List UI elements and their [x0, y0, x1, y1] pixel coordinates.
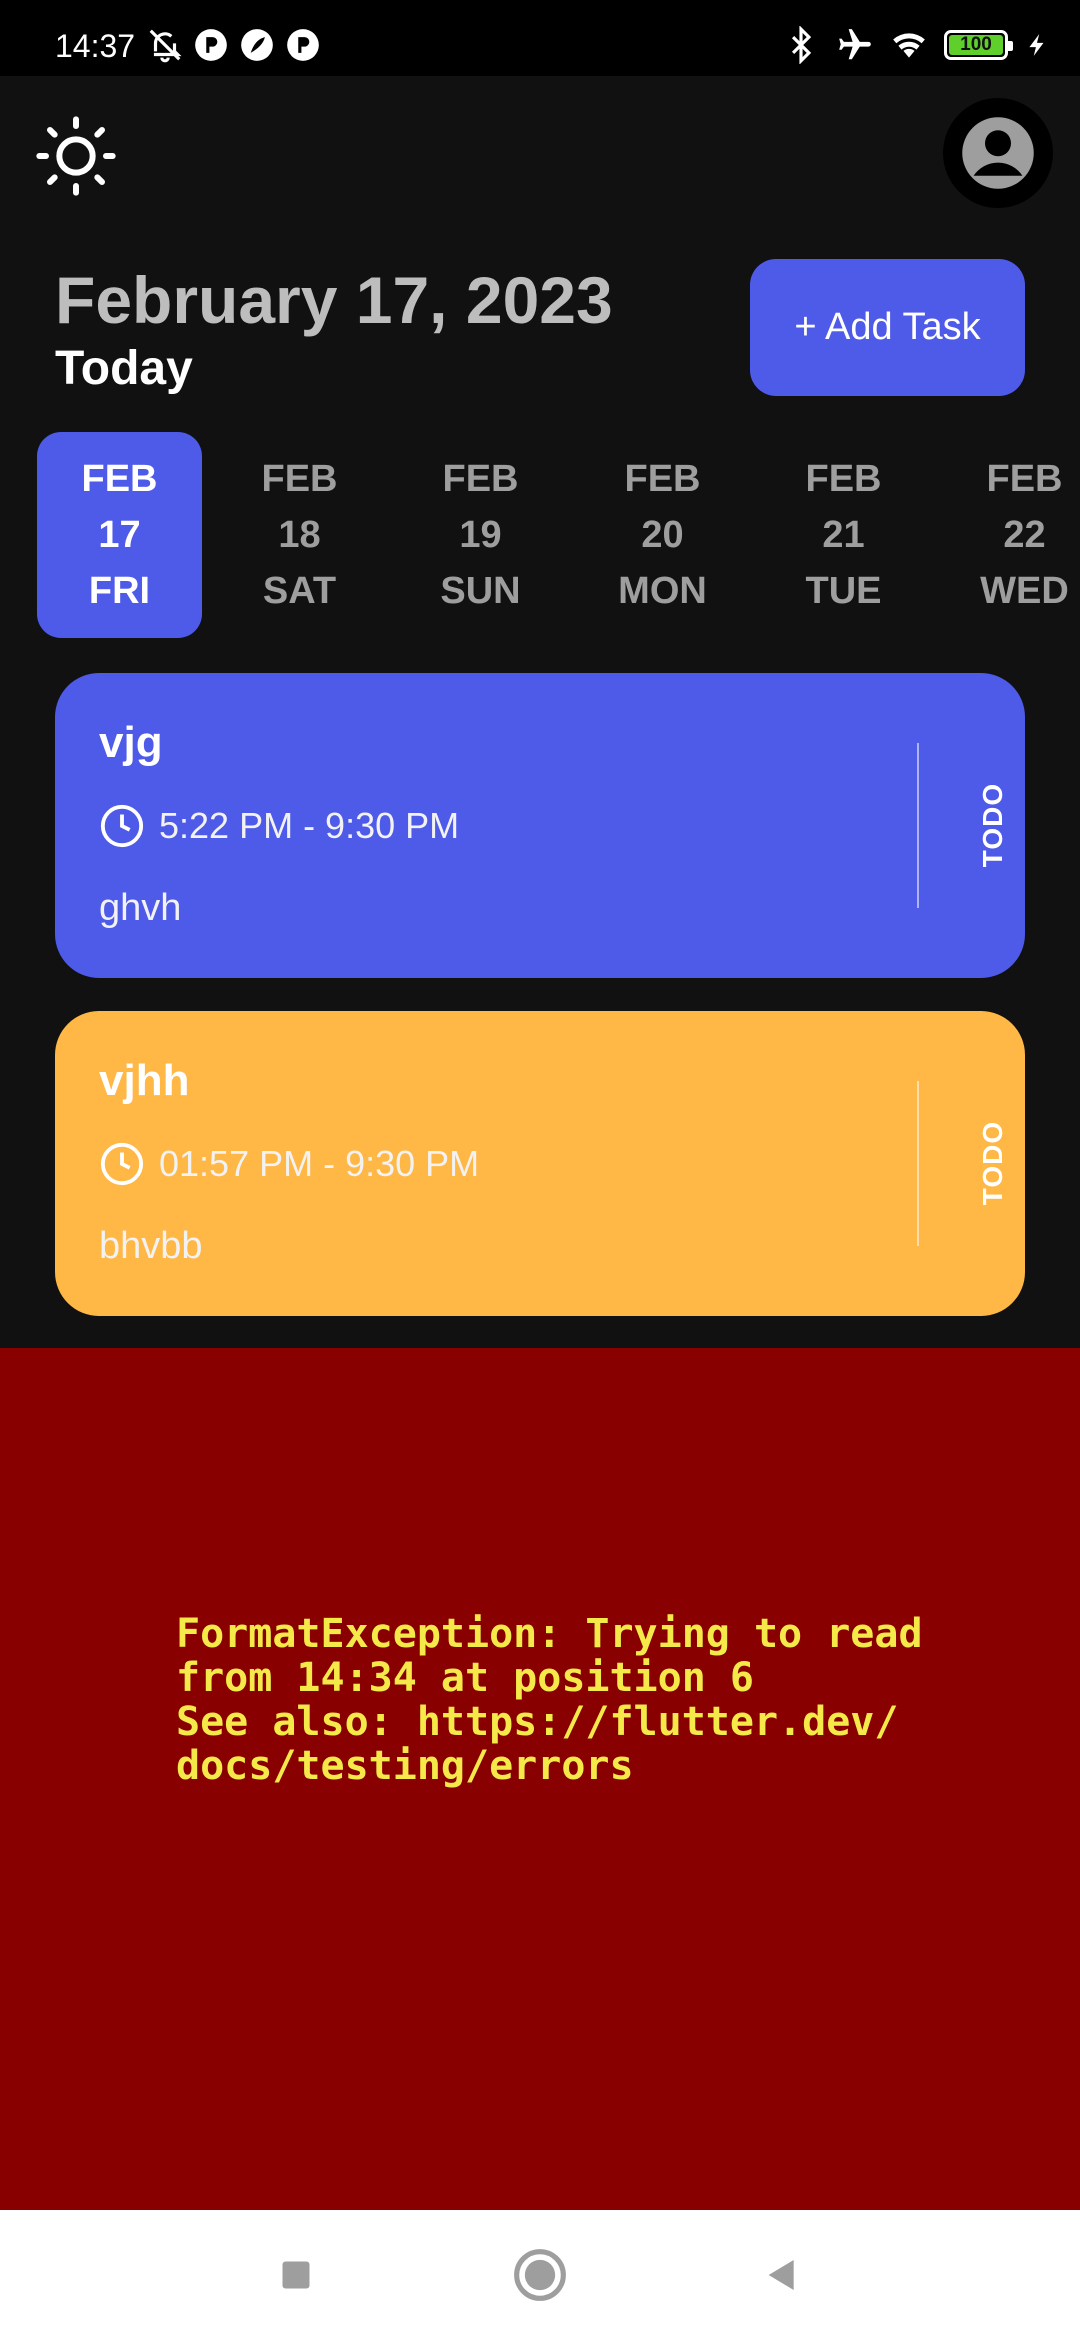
task-status: TODO [977, 782, 1008, 868]
status-left-icons [146, 26, 322, 64]
airplane-icon [839, 29, 871, 60]
task-status: TODO [977, 1120, 1008, 1206]
recent-apps-icon [282, 2261, 310, 2289]
date-day: 21 [822, 514, 865, 556]
task-title: vjg [99, 718, 163, 767]
date-item-feb-22[interactable]: FEB 22 WED [942, 432, 1080, 638]
app-notification-icon [287, 29, 319, 61]
today-label: Today [55, 342, 193, 395]
date-month: FEB [624, 458, 701, 500]
app-notification-icon [195, 29, 227, 61]
date-strip[interactable]: FEB 17 FRI FEB 18 SAT FEB 19 SUN FEB 20 … [0, 432, 1080, 638]
charging-icon [1029, 34, 1044, 56]
task-divider [917, 743, 919, 908]
date-weekday: TUE [805, 570, 882, 612]
date-day: 19 [459, 514, 502, 556]
task-title: vjhh [99, 1056, 190, 1105]
date-weekday: MON [618, 570, 707, 612]
date-month: FEB [805, 458, 882, 500]
wifi-icon [893, 33, 925, 58]
date-month: FEB [261, 458, 338, 500]
status-bar: 14:37 100 [0, 0, 1080, 76]
back-icon [768, 2260, 794, 2290]
task-time-row: 01:57 PM - 9:30 PM [99, 1141, 479, 1187]
home-button[interactable] [505, 2240, 575, 2310]
task-note: ghvh [99, 887, 182, 929]
status-time: 14:37 [55, 28, 136, 64]
battery-level: 100 [960, 34, 992, 55]
sun-icon [36, 116, 116, 196]
date-day: 17 [98, 514, 141, 556]
battery-cap [1008, 41, 1013, 51]
date-weekday: SAT [262, 570, 337, 612]
date-month: FEB [442, 458, 519, 500]
error-line: docs/testing/errors [176, 1743, 634, 1789]
date-day: 20 [641, 514, 684, 556]
date-weekday: FRI [88, 570, 151, 612]
date-weekday: SUN [440, 570, 521, 612]
avatar-button[interactable] [943, 98, 1053, 208]
user-icon [962, 117, 1034, 189]
mute-bell-icon [149, 29, 182, 63]
task-time: 5:22 PM - 9:30 PM [159, 805, 460, 846]
date-month: FEB [81, 458, 158, 500]
clock-icon [100, 804, 144, 848]
recent-apps-button[interactable] [261, 2240, 331, 2310]
task-time: 01:57 PM - 9:30 PM [159, 1143, 480, 1184]
task-divider [917, 1081, 919, 1246]
date-item-feb-18[interactable]: FEB 18 SAT [217, 432, 382, 638]
date-day: 18 [278, 514, 321, 556]
add-task-button[interactable]: + Add Task [750, 259, 1025, 396]
date-item-feb-21[interactable]: FEB 21 TUE [761, 432, 926, 638]
task-card[interactable]: vjhh 01:57 PM - 9:30 PM bhvbb TODO [55, 1011, 1025, 1316]
task-time-row: 5:22 PM - 9:30 PM [99, 803, 459, 849]
clock-icon [100, 1142, 144, 1186]
theme-toggle-button[interactable] [36, 116, 116, 196]
error-message: FormatException: Trying to read from 14:… [176, 1612, 936, 1788]
feather-icon [241, 29, 273, 61]
error-line: FormatException: Trying to read [176, 1611, 923, 1657]
back-button[interactable] [747, 2240, 817, 2310]
task-card[interactable]: vjg 5:22 PM - 9:30 PM ghvh TODO [55, 673, 1025, 978]
date-item-feb-20[interactable]: FEB 20 MON [580, 432, 745, 638]
bluetooth-icon [791, 26, 812, 64]
status-right-icons: 100 [782, 26, 1050, 64]
error-panel: FormatException: Trying to read from 14:… [0, 1348, 1080, 2210]
date-item-feb-19[interactable]: FEB 19 SUN [398, 432, 563, 638]
home-icon [514, 2249, 566, 2301]
error-line: from 14:34 at position 6 [176, 1655, 754, 1701]
battery-icon: 100 [944, 30, 1013, 60]
navigation-bar [0, 2210, 1080, 2340]
page-title: February 17, 2023 [55, 263, 613, 337]
date-day: 22 [1003, 514, 1046, 556]
date-item-feb-17[interactable]: FEB 17 FRI [37, 432, 202, 638]
error-line: See also: https://flutter.dev/ [176, 1699, 899, 1745]
task-note: bhvbb [99, 1225, 203, 1267]
date-month: FEB [986, 458, 1063, 500]
date-weekday: WED [980, 570, 1069, 612]
